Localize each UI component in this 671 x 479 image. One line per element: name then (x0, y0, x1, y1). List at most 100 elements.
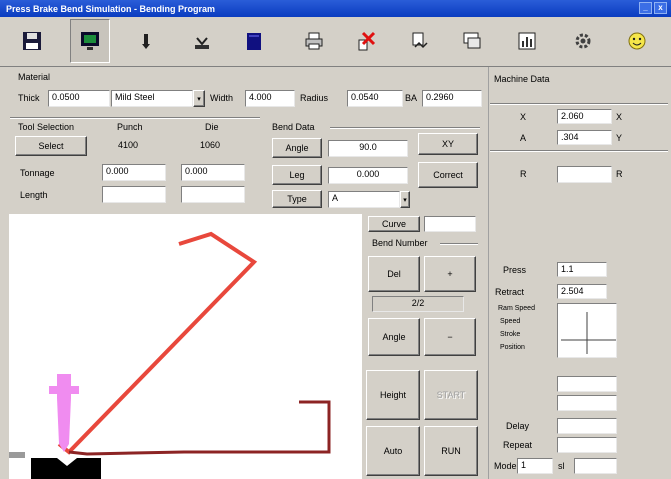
chevron-down-icon: ▾ (197, 95, 201, 103)
material-type-dropdown[interactable]: ▾ (193, 90, 205, 107)
window-tool-button[interactable] (452, 19, 492, 63)
window-icon (463, 32, 481, 49)
xy-button[interactable]: XY (418, 133, 478, 155)
bend-data-section-label: Bend Data (272, 122, 315, 132)
retract-label: Retract (495, 287, 525, 297)
length-label: Length (20, 190, 48, 200)
material-type-select[interactable]: Mild Steel (111, 90, 193, 107)
crosshair-icon (561, 312, 616, 354)
width-label: Width (210, 93, 234, 103)
punch-tool-button[interactable] (126, 19, 166, 63)
angle-field[interactable]: 90.0 (328, 140, 408, 157)
bend-number-divider (440, 243, 478, 244)
punch-length-field[interactable] (102, 186, 166, 203)
punch-id: 4100 (118, 140, 139, 150)
bend-data-divider (330, 127, 480, 128)
mode-field[interactable]: 1 (517, 458, 553, 474)
x-axis-label: X (520, 112, 527, 122)
correct-button[interactable]: Correct (418, 162, 478, 188)
punch-header: Punch (117, 122, 143, 132)
bent-part-outline (57, 231, 258, 455)
retract-field[interactable]: 2.504 (557, 284, 607, 299)
ba-label: BA (405, 93, 418, 103)
die-tonnage-field[interactable]: 0.000 (181, 164, 245, 181)
settings-tool-button[interactable] (563, 19, 603, 63)
repeat-label: Repeat (503, 440, 533, 450)
chevron-down-icon: ▾ (403, 196, 407, 204)
title-bar: Press Brake Bend Simulation - Bending Pr… (0, 0, 671, 17)
height-button[interactable]: Height (366, 370, 420, 420)
x-axis-field[interactable]: 2.060 (557, 109, 612, 124)
a-axis-unit: Y (616, 133, 623, 143)
save-tool-button[interactable] (12, 19, 52, 63)
chart-tool-button[interactable] (507, 19, 547, 63)
a-axis-field[interactable]: .304 (557, 130, 612, 145)
type-select[interactable]: A (328, 191, 400, 208)
position-label: Position (500, 344, 525, 351)
machine-tool-button[interactable] (70, 19, 110, 63)
bend-number-section-label: Bend Number (372, 238, 428, 248)
die-tool-button[interactable] (182, 19, 222, 63)
mode-extra-label: sl (558, 461, 565, 471)
save-icon (23, 32, 41, 50)
die-header: Die (205, 122, 219, 132)
monitor-icon (81, 32, 99, 50)
type-label-button[interactable]: Type (272, 190, 322, 208)
punch-tool-graphic (49, 374, 79, 452)
curve-field[interactable] (424, 216, 476, 232)
width-field[interactable]: 4.000 (245, 90, 295, 107)
leg-field[interactable]: 0.000 (328, 167, 408, 184)
position-crosshair-field[interactable] (557, 303, 617, 358)
punch-tonnage-field[interactable]: 0.000 (102, 164, 166, 181)
die-id: 1060 (200, 140, 221, 150)
thick-label: Thick (18, 93, 40, 103)
mode-extra-field[interactable] (574, 458, 617, 474)
smile-tool-button[interactable] (617, 19, 657, 63)
radius-field[interactable]: 0.0540 (347, 90, 403, 107)
printer-icon (305, 32, 323, 50)
position-field[interactable] (557, 395, 617, 411)
tonnage-label: Tonnage (20, 168, 55, 178)
press-label: Press (503, 265, 527, 275)
delete-tool-button[interactable] (346, 19, 386, 63)
minimize-button[interactable]: _ (639, 2, 652, 14)
delay-field[interactable] (557, 418, 617, 434)
sequence-tool-button[interactable] (400, 19, 440, 63)
print-tool-button[interactable] (294, 19, 334, 63)
die-length-field[interactable] (181, 186, 245, 203)
punch-icon (142, 34, 150, 49)
delete-bend-button[interactable]: Del (368, 256, 420, 292)
material-section-label: Material (18, 72, 51, 82)
type-dropdown[interactable]: ▾ (400, 191, 410, 208)
die-graphic (9, 452, 101, 479)
book-tool-button[interactable] (234, 19, 274, 63)
repeat-field[interactable] (557, 437, 617, 453)
gear-icon (575, 33, 591, 49)
curve-button[interactable]: Curve (368, 216, 420, 232)
ba-field[interactable]: 0.2960 (422, 90, 482, 107)
speed-label: Speed (500, 318, 521, 325)
select-tool-button[interactable]: Select (15, 136, 87, 156)
r-axis-label: R (520, 169, 527, 179)
start-button[interactable]: START (424, 370, 478, 420)
x-axis-unit: X (616, 112, 623, 122)
bend-angle-button[interactable]: Angle (368, 318, 420, 356)
r-axis-unit: R (616, 169, 623, 179)
smiley-icon (628, 32, 646, 50)
die-icon (195, 37, 209, 49)
book-icon (247, 33, 261, 50)
tooling-divider (10, 117, 260, 118)
bend-simulation-canvas[interactable] (9, 214, 362, 479)
stroke-field[interactable] (557, 376, 617, 392)
close-button[interactable]: x (654, 2, 667, 14)
press-field[interactable]: 1.1 (557, 262, 607, 277)
angle-label-button[interactable]: Angle (272, 138, 322, 158)
run-button[interactable]: RUN (424, 426, 478, 476)
auto-button[interactable]: Auto (366, 426, 420, 476)
add-bend-button[interactable]: + (424, 256, 476, 292)
leg-label-button[interactable]: Leg (272, 165, 322, 185)
tooling-section-label: Tool Selection (18, 122, 75, 132)
thick-field[interactable]: 0.0500 (48, 90, 110, 107)
remove-bend-button[interactable]: − (424, 318, 476, 356)
r-axis-field[interactable] (557, 166, 612, 183)
